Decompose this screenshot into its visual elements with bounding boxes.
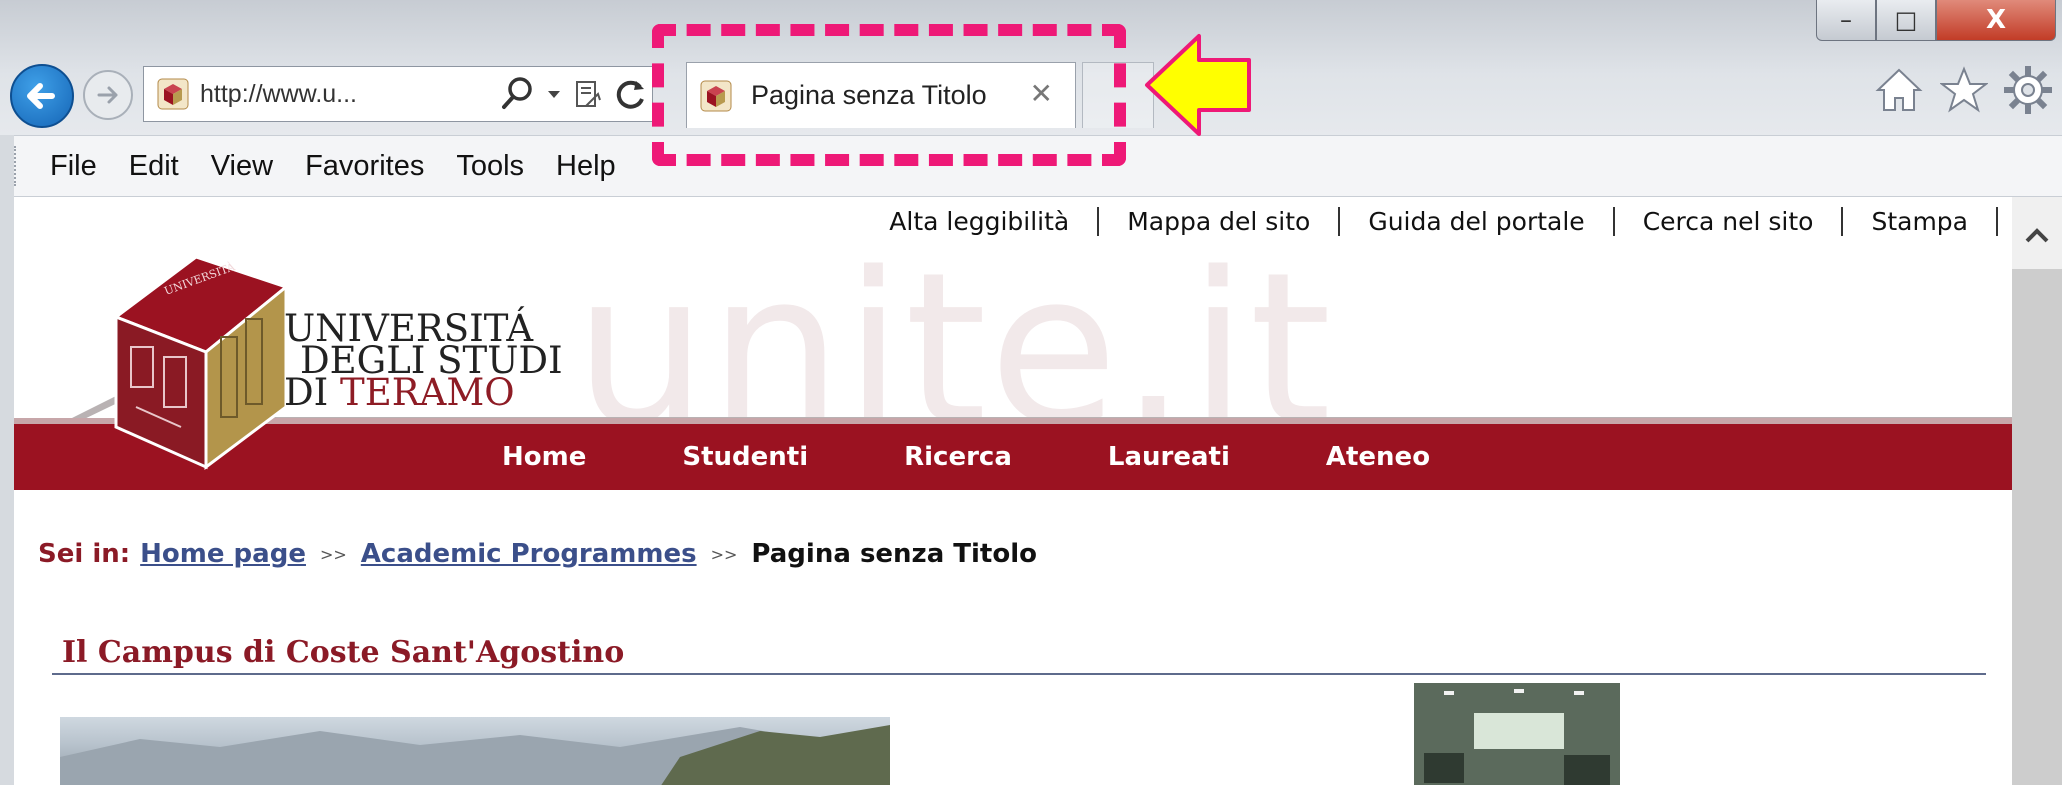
nav-ateneo[interactable]: Ateneo [1326,442,1430,472]
util-link-stampa[interactable]: Stampa [1843,207,1998,236]
university-name: UNIVERSITÁ DEGLI STUDI DI TERAMO [284,310,563,411]
breadcrumb-separator: >> [319,544,347,564]
campus-photo [60,717,890,785]
breadcrumb-current: Pagina senza Titolo [751,539,1037,569]
classroom-photo [1414,683,1620,785]
maximize-icon: □ [1894,6,1918,34]
menu-favorites[interactable]: Favorites [305,150,424,183]
minimize-button[interactable]: – [1816,0,1876,41]
highlight-dashed-box [652,24,1126,166]
nav-ricerca[interactable]: Ricerca [904,442,1012,472]
window-controls: – □ X [1816,0,2056,41]
classroom-image [1414,683,1620,785]
toolbar-right-icons [1874,66,2052,114]
util-link-guida-del-portale[interactable]: Guida del portale [1340,207,1615,236]
util-link-alta-leggibilita[interactable]: Alta leggibilità [861,207,1100,236]
address-bar-icons [500,75,646,113]
menu-help[interactable]: Help [556,150,616,183]
campus-mountains-image [60,725,890,785]
compatibility-view-icon[interactable] [572,78,604,110]
highlight-arrow-icon [1145,34,1251,136]
close-icon: X [1985,5,2007,35]
home-icon[interactable] [1874,66,1924,114]
breadcrumb-prefix: Sei in: [38,539,131,569]
address-bar[interactable]: http://www.u... [143,66,653,122]
scrollbar-thumb[interactable] [2012,269,2062,785]
search-icon[interactable] [500,75,536,113]
maximize-button[interactable]: □ [1876,0,1936,41]
web-page: unite.it Alta leggibilità Mappa del sito… [14,197,2012,785]
menu-tools[interactable]: Tools [456,150,524,183]
site-favicon-icon [157,78,189,110]
menu-edit[interactable]: Edit [129,150,179,183]
gear-icon[interactable] [2004,66,2052,114]
breadcrumb-separator: >> [710,544,738,564]
forward-button[interactable] [83,70,133,120]
vertical-scrollbar[interactable] [2012,197,2062,785]
logo-line-3-city: TERAMO [340,371,515,414]
breadcrumb-link-academic-programmes[interactable]: Academic Programmes [361,539,697,569]
nav-home[interactable]: Home [502,442,586,472]
chevron-up-icon [2025,228,2049,243]
window-left-frame [0,135,14,785]
section-title: Il Campus di Coste Sant'Agostino [62,635,625,670]
menu-file[interactable]: File [50,150,97,183]
menu-bar-grip [14,146,20,186]
util-link-mappa-del-sito[interactable]: Mappa del sito [1099,207,1341,236]
utility-nav: Alta leggibilità Mappa del sito Guida de… [861,207,1998,236]
close-window-button[interactable]: X [1936,0,2056,41]
university-logo-cube[interactable]: UNIVERSITÀ [86,257,296,477]
menu-view[interactable]: View [211,150,273,183]
breadcrumb: Sei in: Home page >> Academic Programmes… [38,539,1037,569]
main-nav: Home Studenti Ricerca Laureati Ateneo [14,418,2012,490]
refresh-icon[interactable] [614,77,646,111]
back-button[interactable] [10,64,74,128]
chevron-down-icon[interactable] [546,86,562,102]
scroll-up-button[interactable] [2012,215,2062,255]
nav-studenti[interactable]: Studenti [682,442,808,472]
minimize-icon: – [1840,6,1852,34]
address-text: http://www.u... [200,79,358,108]
util-link-cerca-nel-sito[interactable]: Cerca nel sito [1615,207,1844,236]
logo-line-3-prefix: DI [284,371,341,414]
star-icon[interactable] [1940,66,1988,114]
breadcrumb-link-home-page[interactable]: Home page [140,539,306,569]
forward-arrow-icon [97,86,118,104]
back-arrow-icon [27,83,55,109]
title-rule [52,673,1986,675]
nav-laureati[interactable]: Laureati [1108,442,1230,472]
